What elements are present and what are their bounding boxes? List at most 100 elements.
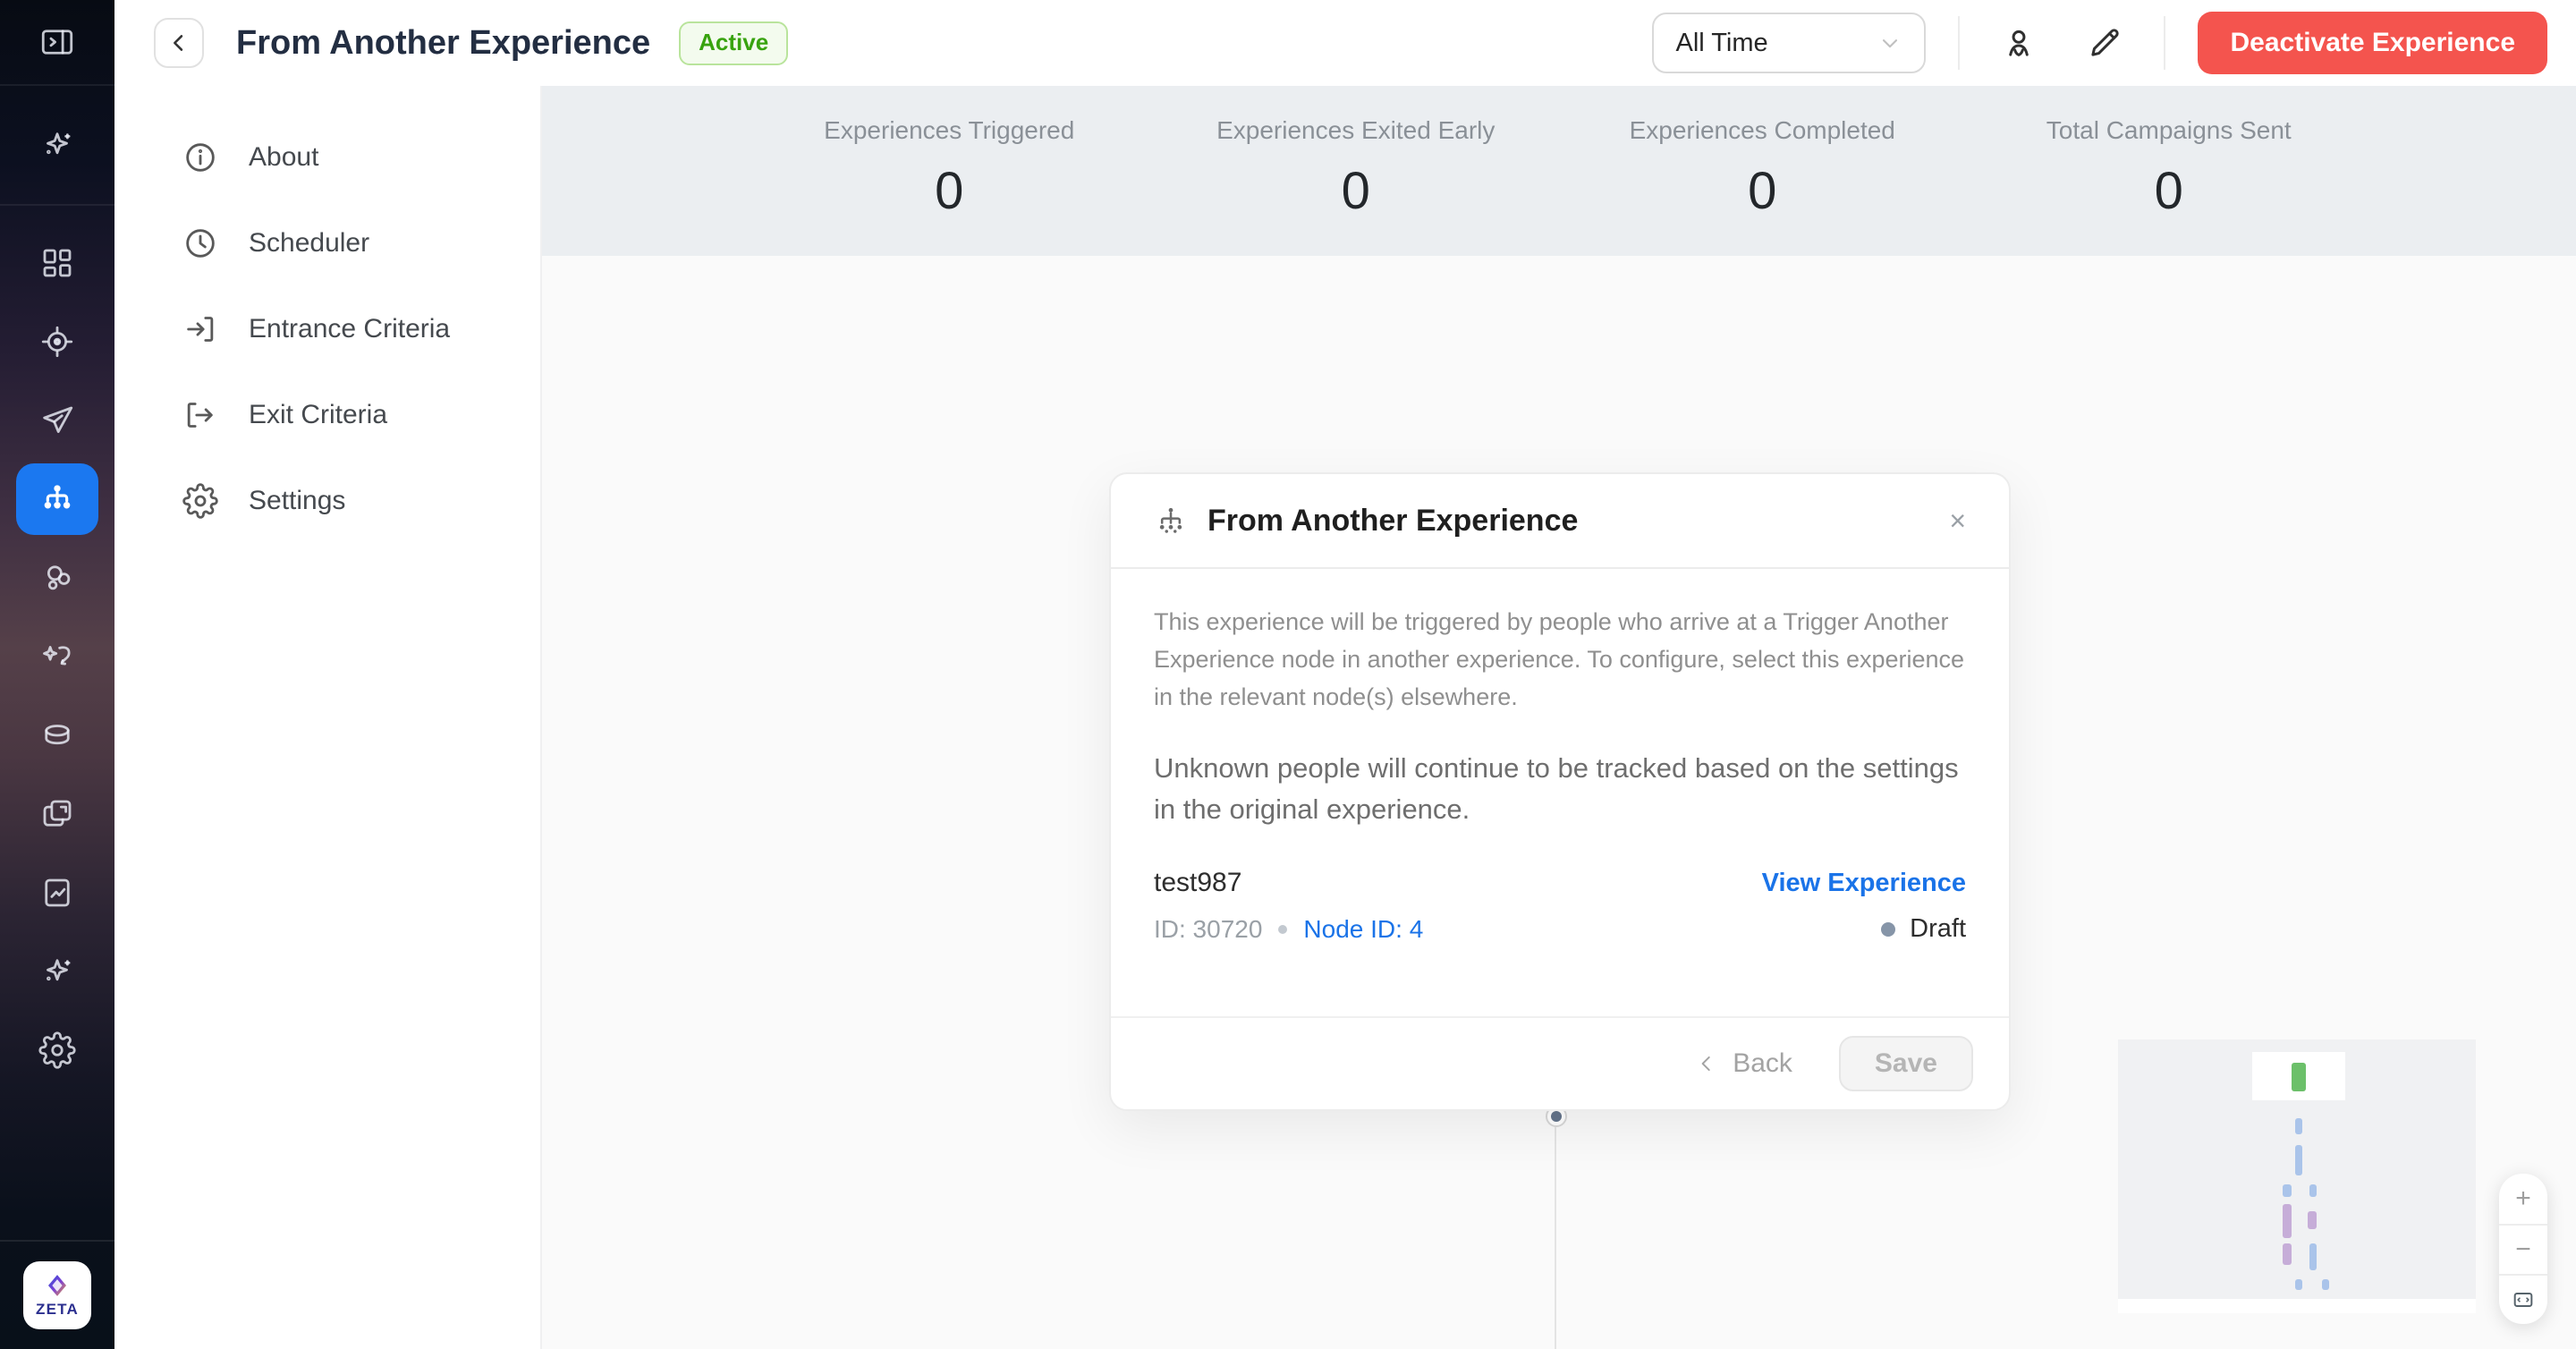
experience-sidebar: About Scheduler Entrance Criteria Exit C… (114, 86, 542, 1349)
time-filter-value: All Time (1675, 29, 1877, 58)
sidebar-item-label: About (249, 142, 318, 173)
modal-back-label: Back (1733, 1048, 1792, 1079)
zoom-in-button[interactable]: + (2499, 1174, 2547, 1224)
minimap-node (2308, 1211, 2317, 1229)
zeta-logo-text: ZETA (36, 1301, 79, 1319)
stat-value: 0 (1342, 161, 1370, 221)
minimap-node (2309, 1243, 2317, 1270)
deactivate-experience-button[interactable]: Deactivate Experience (2198, 12, 2547, 74)
enter-icon (182, 311, 218, 347)
settings-icon (38, 1031, 76, 1069)
rail-item-ai-tools[interactable] (0, 932, 114, 1011)
rail-nav (0, 206, 114, 1090)
rail-item-experiences[interactable] (0, 460, 114, 539)
circles-icon (38, 559, 76, 597)
rail-item-settings[interactable] (0, 1011, 114, 1090)
app-rail: ZETA (0, 0, 114, 1349)
sidebar-item-exit-criteria[interactable]: Exit Criteria (114, 372, 540, 458)
sparkle-icon (38, 126, 76, 164)
clock-icon (182, 225, 218, 261)
view-experience-link[interactable]: View Experience (1762, 869, 1966, 898)
stat-label: Experiences Completed (1630, 116, 1895, 145)
node-connector-line (1555, 1127, 1556, 1349)
copy-icon (38, 795, 76, 833)
modal-footer: Back Save (1111, 1016, 2009, 1109)
minimap-node (2309, 1184, 2317, 1197)
rail-item-dashboard[interactable] (0, 224, 114, 302)
zoom-out-button[interactable]: − (2499, 1224, 2547, 1274)
draft-status-label: Draft (1910, 914, 1966, 944)
minimap-node (2295, 1118, 2302, 1134)
minimap-node (2283, 1204, 2292, 1238)
experience-flow-icon (39, 481, 75, 517)
modal-title: From Another Experience (1208, 504, 1929, 539)
fit-view-button[interactable] (2499, 1274, 2547, 1324)
rail-item-data[interactable] (0, 696, 114, 775)
stat-experiences-completed: Experiences Completed 0 (1559, 86, 1966, 256)
sidebar-item-label: Exit Criteria (249, 400, 387, 430)
modal-header: From Another Experience × (1111, 474, 2009, 569)
experience-status: Draft (1881, 914, 1966, 944)
sidebar-item-label: Entrance Criteria (249, 314, 450, 344)
content-row: About Scheduler Entrance Criteria Exit C… (114, 86, 2576, 1349)
minimap-node (2283, 1243, 2292, 1265)
gear-icon (182, 483, 218, 519)
edit-button[interactable] (2078, 16, 2131, 70)
fit-view-icon (2511, 1287, 2536, 1312)
sitemap-icon (1154, 504, 1188, 538)
rail-item-campaigns[interactable] (0, 381, 114, 460)
panel-toggle-icon (38, 23, 76, 61)
experience-name: test987 (1154, 868, 1241, 898)
minimap-node (2322, 1279, 2329, 1290)
back-button[interactable] (154, 18, 204, 68)
sidebar-item-scheduler[interactable]: Scheduler (114, 200, 540, 286)
minimap-node (2283, 1184, 2292, 1197)
node-id-link[interactable]: Node ID: 4 (1303, 915, 1423, 944)
dot-separator (1278, 925, 1287, 934)
time-filter-select[interactable]: All Time (1652, 13, 1926, 73)
sidebar-item-settings[interactable]: Settings (114, 458, 540, 544)
minimap-node (2295, 1279, 2302, 1290)
rail-item-segments[interactable] (0, 539, 114, 617)
modal-body: This experience will be triggered by peo… (1111, 569, 2009, 1016)
ai-assistant-button[interactable] (0, 106, 114, 184)
stat-label: Total Campaigns Sent (2046, 116, 2292, 145)
app-root: ZETA From Another Experience Active All … (0, 0, 2576, 1349)
panel-toggle-button[interactable] (0, 3, 114, 81)
stat-experiences-exited-early: Experiences Exited Early 0 (1153, 86, 1560, 256)
zeta-logo[interactable]: ZETA (23, 1261, 91, 1329)
rail-item-journeys[interactable] (0, 617, 114, 696)
save-button[interactable]: Save (1839, 1036, 1973, 1091)
chevron-down-icon (1877, 30, 1902, 55)
modal-back-button[interactable]: Back (1695, 1048, 1792, 1079)
rail-item-experiences-active-tile (16, 463, 98, 535)
sparkle-2-icon (38, 953, 76, 990)
person-icon (2000, 24, 2038, 62)
stat-value: 0 (935, 161, 963, 221)
chevron-left-icon (166, 30, 191, 55)
sidebar-item-label: Scheduler (249, 228, 369, 259)
dashboard-icon (38, 244, 76, 282)
modal-note: Unknown people will continue to be track… (1154, 748, 1966, 830)
canvas-zoom-controls: + − (2499, 1174, 2547, 1324)
close-icon[interactable]: × (1949, 506, 1966, 535)
rail-item-templates[interactable] (0, 775, 114, 853)
rail-item-reports[interactable] (0, 853, 114, 932)
stat-label: Experiences Triggered (824, 116, 1074, 145)
experience-canvas[interactable]: Experiences Triggered 0 Experiences Exit… (542, 86, 2576, 1349)
status-badge: Active (679, 21, 788, 65)
send-icon (38, 402, 76, 439)
sidebar-item-about[interactable]: About (114, 115, 540, 200)
canvas-minimap[interactable] (2118, 1039, 2476, 1313)
journey-icon (38, 638, 76, 675)
divider (2164, 16, 2165, 70)
stat-value: 0 (1748, 161, 1776, 221)
chevron-left-icon (1695, 1052, 1718, 1075)
zeta-diamond-icon (44, 1272, 71, 1299)
rail-item-audience-target[interactable] (0, 302, 114, 381)
pencil-icon (2086, 24, 2123, 62)
divider (1958, 16, 1960, 70)
sidebar-item-entrance-criteria[interactable]: Entrance Criteria (114, 286, 540, 372)
sidebar-item-label: Settings (249, 486, 345, 516)
audience-button[interactable] (1992, 16, 2046, 70)
